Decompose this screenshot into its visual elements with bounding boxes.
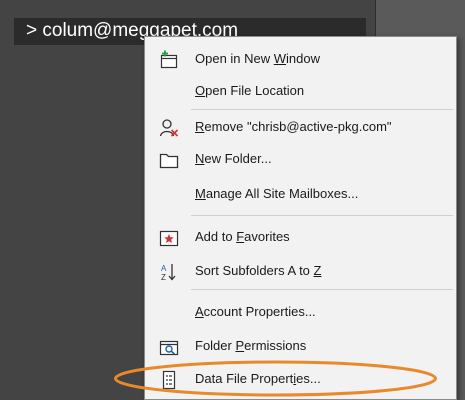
menu-item-account-properties[interactable]: Account Properties... — [145, 296, 456, 328]
menu-item-manage-site-mailboxes[interactable]: Manage All Site Mailboxes... — [145, 178, 456, 210]
menu-separator — [191, 215, 453, 216]
menu-item-new-folder[interactable]: New Folder... — [145, 143, 456, 175]
menu-separator — [191, 109, 453, 110]
menu-item-label: New Folder... — [195, 151, 272, 166]
menu-item-remove-account[interactable]: Remove "chrisb@active-pkg.com" — [145, 111, 456, 143]
menu-item-label: Manage All Site Mailboxes... — [195, 186, 359, 201]
svg-text:Z: Z — [161, 273, 166, 282]
data-file-icon — [159, 370, 179, 390]
context-menu: Open in New Window Open File Location Re… — [144, 36, 457, 400]
svg-text:A: A — [161, 264, 167, 273]
menu-item-label: Remove "chrisb@active-pkg.com" — [195, 119, 392, 134]
sort-az-icon: A Z — [159, 262, 179, 282]
menu-item-label: Account Properties... — [195, 304, 316, 319]
menu-item-data-file-properties[interactable]: Data File Properties... — [145, 363, 456, 395]
menu-item-open-file-location[interactable]: Open File Location — [145, 75, 456, 107]
folder-icon — [159, 150, 179, 170]
menu-item-sort-subfolders[interactable]: A Z Sort Subfolders A to Z — [145, 255, 456, 287]
menu-item-label: Open File Location — [195, 83, 305, 98]
favorites-star-icon — [159, 228, 179, 248]
new-window-icon — [159, 50, 179, 70]
menu-item-label: Data File Properties... — [195, 371, 321, 386]
menu-item-label: Folder Permissions — [195, 338, 307, 353]
menu-item-label: Add to Favorites — [195, 229, 290, 244]
menu-separator — [191, 289, 453, 290]
menu-item-label: Open in New Window — [195, 51, 321, 66]
menu-item-open-in-new-window[interactable]: Open in New Window — [145, 43, 456, 75]
menu-item-label: Sort Subfolders A to Z — [195, 263, 322, 278]
menu-item-folder-permissions[interactable]: Folder Permissions — [145, 330, 456, 362]
folder-permissions-icon — [159, 337, 179, 357]
remove-account-icon — [159, 118, 179, 138]
menu-item-add-to-favorites[interactable]: Add to Favorites — [145, 221, 456, 253]
